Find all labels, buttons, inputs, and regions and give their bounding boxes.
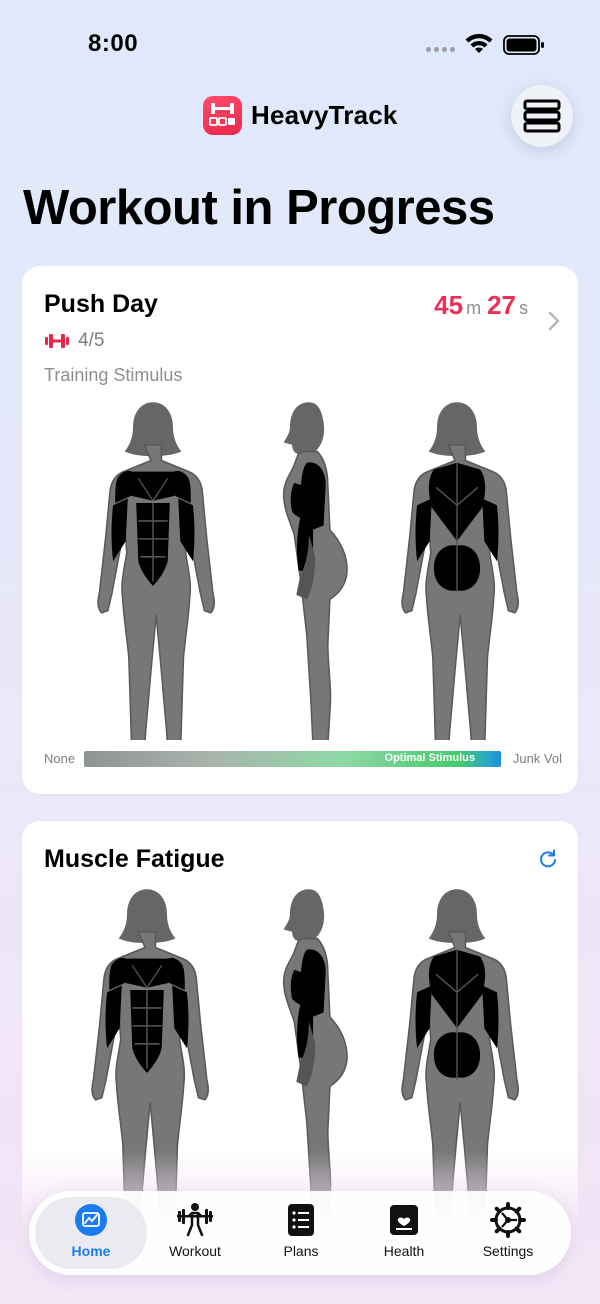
workout-card[interactable]: Push Day 45m27s 4/5 Training Stimulus .s… — [22, 266, 578, 794]
tab-settings[interactable]: Settings — [456, 1201, 560, 1267]
stimulus-legend: None Optimal Stimulus Junk Vol — [44, 750, 562, 770]
app-logo-icon — [203, 96, 242, 135]
cellular-signal-icon — [426, 47, 455, 52]
battery-icon — [503, 35, 544, 55]
training-stimulus-label: Training Stimulus — [44, 365, 183, 385]
tab-home-label: Home — [71, 1243, 111, 1259]
body-front-figure — [97, 401, 216, 740]
legend-min-label: None — [44, 751, 76, 766]
body-side-figure — [282, 401, 348, 740]
tab-workout[interactable]: Workout — [143, 1201, 247, 1267]
chart-icon — [75, 1204, 107, 1236]
page-title: Workout in Progress — [23, 181, 495, 235]
menu-button[interactable] — [511, 85, 573, 147]
heart-card-icon — [390, 1205, 418, 1235]
status-bar: 8:00 — [0, 0, 600, 90]
wifi-icon — [465, 33, 493, 53]
tab-home[interactable]: Home — [39, 1201, 143, 1267]
gear-icon — [490, 1202, 526, 1238]
workout-timer: 45 m 27 s — [434, 290, 534, 321]
sets-progress: 4/5 — [44, 330, 104, 352]
status-time: 8:00 — [88, 30, 139, 57]
tab-plans-label: Plans — [283, 1243, 319, 1259]
legend-optimal-label: Optimal Stimulus — [384, 752, 475, 764]
timer-seconds-unit: s — [519, 298, 528, 318]
refresh-icon[interactable] — [538, 849, 558, 869]
workout-title: Push Day — [44, 290, 158, 318]
app-name: HeavyTrack — [251, 100, 398, 130]
sets-count: 4/5 — [78, 330, 105, 351]
tab-plans[interactable]: Plans — [249, 1201, 353, 1267]
tab-workout-label: Workout — [169, 1243, 221, 1259]
tab-health[interactable]: Health — [352, 1201, 456, 1267]
barbell-lifter-icon — [177, 1203, 213, 1237]
tab-bar: Home Workout Plans Health Settings — [29, 1191, 571, 1275]
chevron-right-icon — [548, 311, 560, 331]
muscle-fatigue-title: Muscle Fatigue — [44, 845, 225, 873]
timer-minutes: 45 — [434, 290, 464, 320]
timer-minutes-unit: m — [466, 298, 482, 318]
body-back-figure — [401, 401, 520, 740]
tab-health-label: Health — [383, 1243, 425, 1259]
stack-menu-icon — [523, 99, 561, 133]
list-icon — [288, 1204, 314, 1236]
timer-seconds: 27 — [487, 290, 516, 320]
tab-settings-label: Settings — [482, 1243, 534, 1259]
dumbbell-icon — [45, 334, 69, 348]
training-stimulus-body-map: .stim .hl-chest, .stim .hl-shoulder, .st… — [97, 401, 520, 740]
legend-max-label: Junk Vol — [512, 751, 562, 766]
